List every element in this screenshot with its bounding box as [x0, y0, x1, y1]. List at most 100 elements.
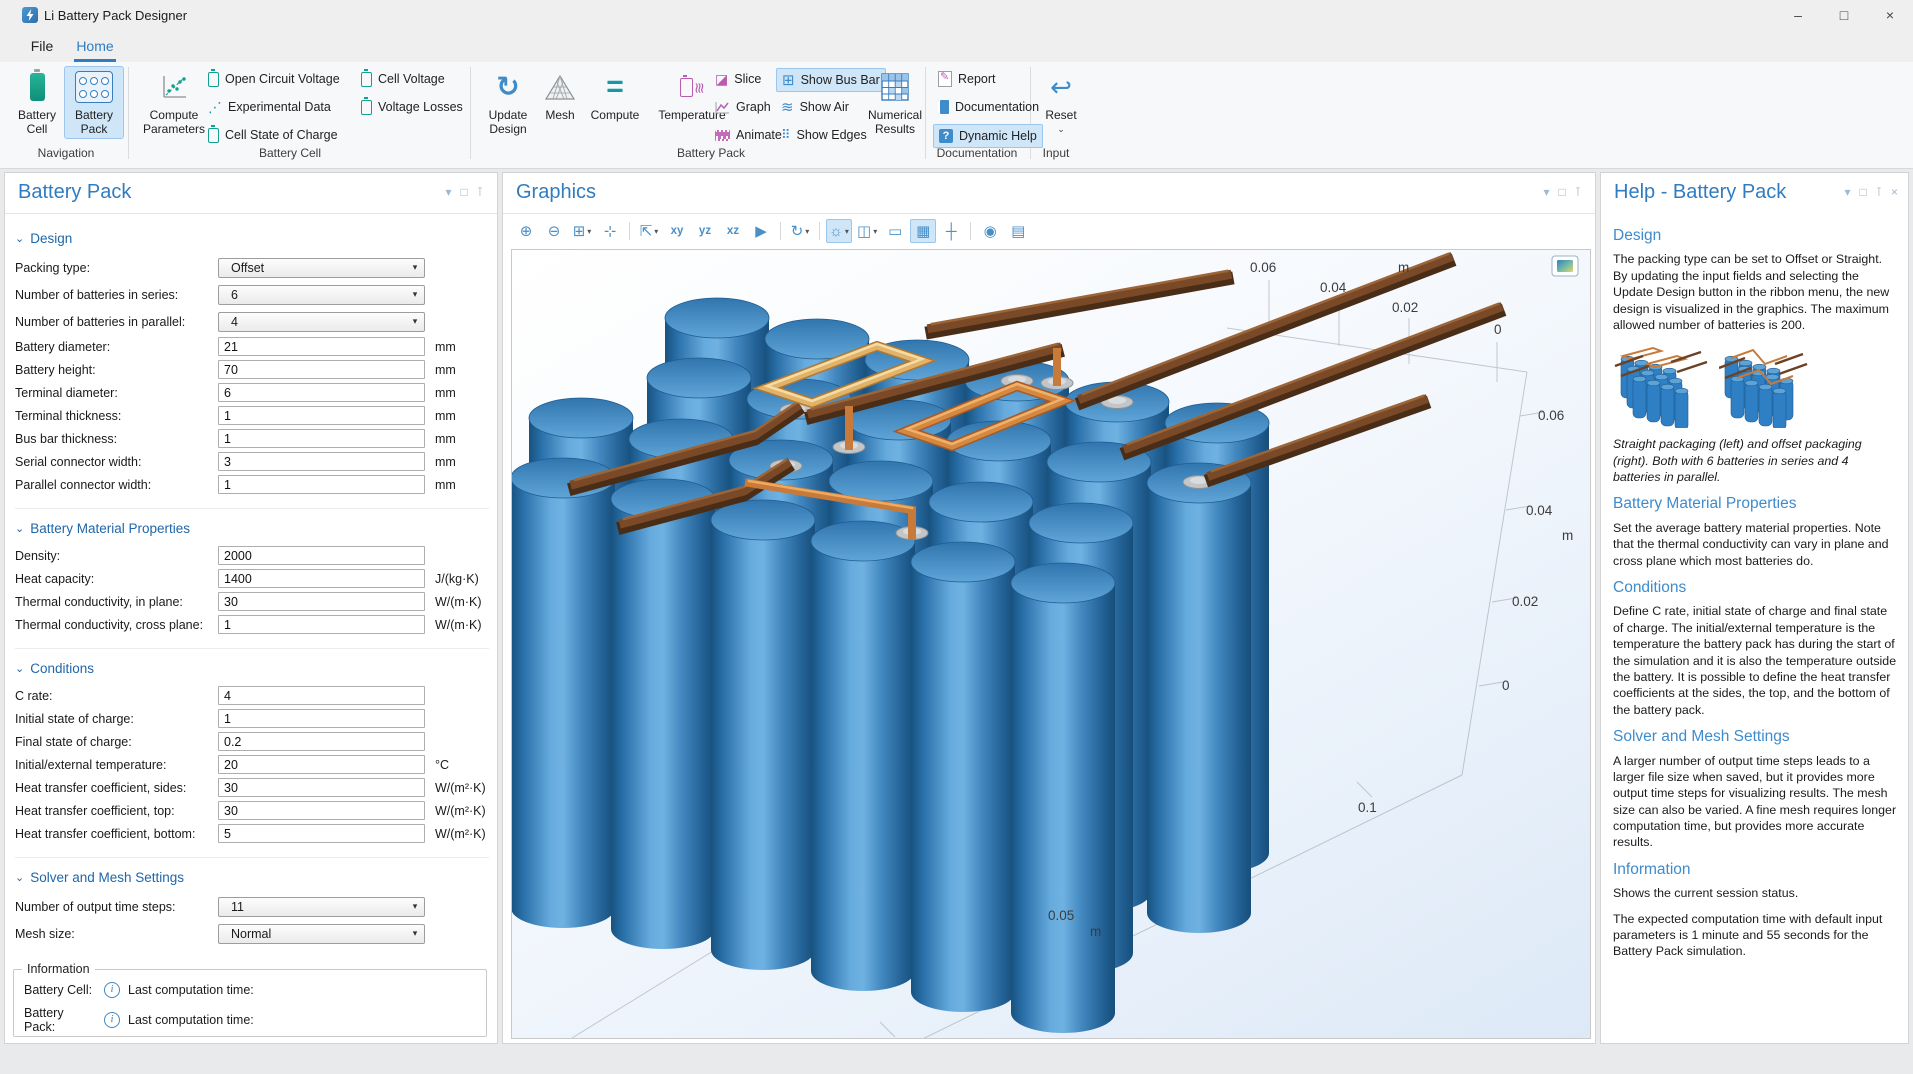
dynamic-help-icon: ?	[939, 129, 953, 143]
show-edges-button[interactable]: ⠿ Show Edges	[776, 124, 872, 146]
packing-type-combo[interactable]: Offset ▾	[218, 258, 425, 278]
battery-pack-icon	[75, 71, 113, 103]
reset-button[interactable]: ↩ Reset ⌄	[1036, 66, 1086, 139]
c-rate-field[interactable]	[218, 686, 425, 705]
heat-transfer-bottom-field[interactable]	[218, 824, 425, 843]
initial-external-temperature-field[interactable]	[218, 755, 425, 774]
scene-light-icon[interactable]: ☼▾	[826, 219, 852, 243]
help-paragraph: Shows the current session status.	[1613, 885, 1898, 901]
axes-icon[interactable]: ┼	[938, 219, 964, 243]
section-design[interactable]: ⌄ Design	[15, 231, 489, 246]
battery-diameter-field[interactable]	[218, 337, 425, 356]
show-air-button[interactable]: ≋ Show Air	[776, 96, 854, 118]
panel-pin-icon[interactable]: ⊺	[477, 185, 483, 199]
information-legend: Information	[22, 962, 95, 976]
battery-height-field[interactable]	[218, 360, 425, 379]
panel-collapse-icon[interactable]: ▾	[445, 185, 451, 199]
slice-icon: ◪	[715, 71, 728, 88]
report-button[interactable]: ✎ Report	[933, 68, 1001, 90]
terminal-diameter-field[interactable]	[218, 383, 425, 402]
thermal-conductivity-cross-plane-field[interactable]	[218, 615, 425, 634]
tab-home[interactable]: Home	[74, 34, 116, 62]
battery-cell-nav-button[interactable]: Battery Cell	[10, 66, 64, 139]
maximize-button[interactable]: □	[1821, 0, 1867, 30]
wireframe-icon[interactable]: ▭	[882, 219, 908, 243]
panel-pin-icon[interactable]: ⊺	[1575, 185, 1581, 199]
panel-float-icon[interactable]: □	[1859, 185, 1866, 199]
graphics-canvas[interactable]: 0.06 0.04 0.02 0 m 0.06 0.04 m 0.02 0 0.…	[511, 249, 1591, 1039]
voltage-losses-icon	[361, 100, 372, 115]
view-xz-icon[interactable]: xz	[720, 219, 746, 243]
panel-collapse-icon[interactable]: ▾	[1543, 185, 1549, 199]
cell-state-of-charge-button[interactable]: Cell State of Charge	[203, 124, 343, 146]
help-heading-material: Battery Material Properties	[1613, 494, 1898, 514]
panel-pin-icon[interactable]: ⊺	[1876, 185, 1882, 199]
mesh-size-combo[interactable]: Normal ▾	[218, 924, 425, 944]
close-button[interactable]: ×	[1867, 0, 1913, 30]
voltage-losses-button[interactable]: Voltage Losses	[356, 96, 468, 118]
ribbon: Battery Cell Battery Pack Navigation Com…	[0, 62, 1913, 169]
minimize-button[interactable]: –	[1775, 0, 1821, 30]
bus-bar-thickness-field[interactable]	[218, 429, 425, 448]
zoom-out-icon[interactable]: ⊖	[541, 219, 567, 243]
scene-icon[interactable]: ◫▾	[854, 219, 880, 243]
final-state-of-charge-field[interactable]	[218, 732, 425, 751]
density-field[interactable]	[218, 546, 425, 565]
documentation-icon	[938, 100, 949, 114]
rotate-icon[interactable]: ↻▾	[787, 219, 813, 243]
serial-connector-width-field[interactable]	[218, 452, 425, 471]
open-circuit-voltage-icon	[208, 72, 219, 87]
snapshot-icon[interactable]: ◉	[977, 219, 1003, 243]
graph-button[interactable]: Graph	[710, 96, 776, 118]
section-battery-material-properties[interactable]: ⌄ Battery Material Properties	[15, 521, 489, 536]
thermal-conductivity-in-plane-field[interactable]	[218, 592, 425, 611]
help-panel: Help - Battery Pack ▾ □ ⊺ × Design The p…	[1600, 172, 1909, 1044]
plot-window-icon[interactable]	[1552, 256, 1578, 276]
experimental-data-button[interactable]: ⋰ Experimental Data	[203, 96, 336, 118]
grid-icon[interactable]: ▦	[910, 219, 936, 243]
numerical-results-button[interactable]: Numerical Results	[862, 66, 928, 139]
terminal-thickness-field[interactable]	[218, 406, 425, 425]
heat-capacity-field[interactable]	[218, 569, 425, 588]
help-paragraph: A larger number of output time steps lea…	[1613, 753, 1898, 851]
ribbon-separator	[470, 67, 471, 159]
compute-button[interactable]: = Compute	[582, 66, 648, 125]
show-air-icon: ≋	[781, 98, 794, 116]
heat-waves-icon: ≋	[691, 82, 705, 93]
mesh-button[interactable]: Mesh	[536, 66, 584, 125]
batteries-in-parallel-combo[interactable]: 4 ▾	[218, 312, 425, 332]
movie-icon[interactable]: ▶	[748, 219, 774, 243]
update-design-button[interactable]: ↻ Update Design	[478, 66, 538, 139]
output-time-steps-combo[interactable]: 11 ▾	[218, 897, 425, 917]
chevron-down-icon: ⌄	[15, 522, 24, 535]
heat-transfer-top-field[interactable]	[218, 801, 425, 820]
section-conditions[interactable]: ⌄ Conditions	[15, 661, 489, 676]
parallel-connector-width-field[interactable]	[218, 475, 425, 494]
zoom-in-icon[interactable]: ⊕	[513, 219, 539, 243]
cell-voltage-button[interactable]: Cell Voltage	[356, 68, 450, 90]
initial-state-of-charge-field[interactable]	[218, 709, 425, 728]
open-circuit-voltage-button[interactable]: Open Circuit Voltage	[203, 68, 345, 90]
view-xy-icon[interactable]: xy	[664, 219, 690, 243]
batteries-in-series-combo[interactable]: 6 ▾	[218, 285, 425, 305]
section-solver-and-mesh[interactable]: ⌄ Solver and Mesh Settings	[15, 870, 489, 885]
tab-file[interactable]: File	[26, 34, 58, 59]
view-yz-icon[interactable]: yz	[692, 219, 718, 243]
dynamic-help-button[interactable]: ? Dynamic Help	[933, 124, 1043, 148]
zoom-extents-icon[interactable]: ⊹	[597, 219, 623, 243]
combo-arrow-icon: ▾	[406, 289, 424, 300]
panel-collapse-icon[interactable]: ▾	[1844, 185, 1850, 199]
svg-text:m: m	[1398, 260, 1409, 275]
heat-transfer-sides-field[interactable]	[218, 778, 425, 797]
panel-float-icon[interactable]: □	[461, 185, 468, 199]
print-icon[interactable]: ▤	[1005, 219, 1031, 243]
reset-dropdown-icon: ⌄	[1057, 122, 1065, 136]
battery-pack-nav-button[interactable]: Battery Pack	[64, 66, 124, 139]
compute-parameters-button[interactable]: Compute Parameters	[134, 66, 214, 139]
documentation-button[interactable]: Documentation	[933, 96, 1044, 118]
panel-float-icon[interactable]: □	[1559, 185, 1566, 199]
panel-close-icon[interactable]: ×	[1891, 185, 1898, 199]
slice-button[interactable]: ◪ Slice	[710, 68, 766, 90]
zoom-box-icon[interactable]: ⊞▾	[569, 219, 595, 243]
go-to-view-icon[interactable]: ⇱▾	[636, 219, 662, 243]
